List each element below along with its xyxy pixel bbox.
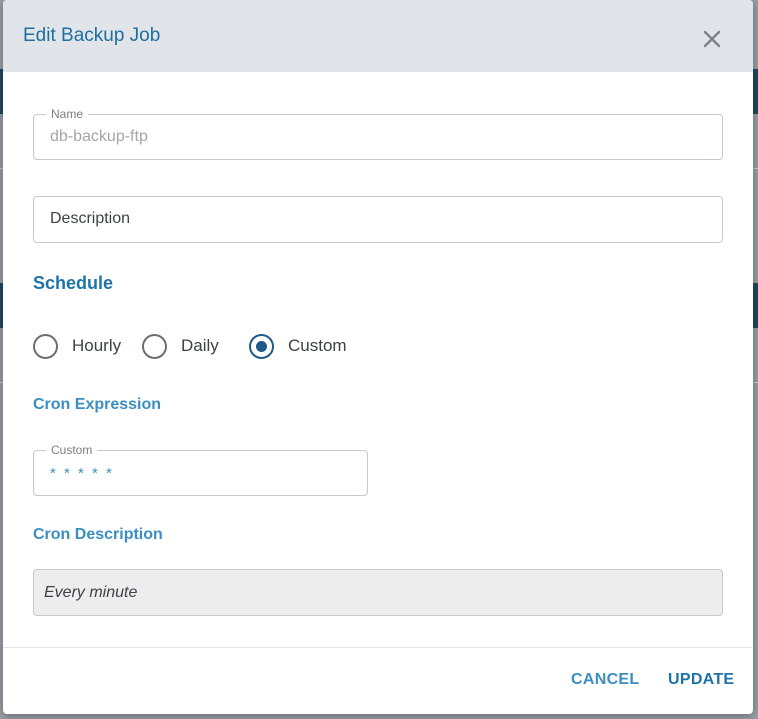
schedule-radio-custom[interactable]: Custom: [249, 333, 347, 359]
cron-description-box: Every minute: [33, 569, 723, 616]
cron-field-label: Custom: [46, 443, 98, 457]
cron-description-heading: Cron Description: [33, 526, 163, 543]
dialog-title: Edit Backup Job: [23, 25, 161, 46]
radio-circle[interactable]: [142, 333, 167, 359]
radio-circle[interactable]: [33, 333, 58, 359]
name-field[interactable]: Name db-backup-ftp: [33, 107, 723, 160]
schedule-radio-daily[interactable]: Daily: [142, 333, 219, 359]
cron-expression-field[interactable]: Custom * * * * *: [33, 443, 368, 496]
name-field-label: Name: [46, 107, 89, 121]
name-field-value: db-backup-ftp: [50, 128, 148, 145]
radio-label-daily: Daily: [181, 336, 219, 355]
close-icon: [697, 24, 727, 54]
radio-circle-selected[interactable]: [249, 333, 274, 359]
dialog-header: Edit Backup Job: [3, 0, 753, 72]
schedule-heading: Schedule: [33, 273, 114, 293]
update-button[interactable]: UPDATE: [668, 671, 734, 689]
footer-divider: [3, 647, 753, 648]
description-field[interactable]: Description: [33, 196, 723, 243]
cron-field-value: * * * * *: [50, 465, 114, 482]
description-placeholder: Description: [50, 210, 131, 227]
radio-label-custom: Custom: [288, 336, 347, 355]
edit-backup-job-dialog: Edit Backup Job Name db-backup-ftp Descr…: [3, 0, 753, 714]
close-button[interactable]: [697, 24, 727, 54]
schedule-radio-hourly[interactable]: Hourly: [33, 333, 121, 359]
cron-expression-heading: Cron Expression: [33, 396, 162, 413]
cron-description-value: Every minute: [44, 584, 138, 601]
radio-label-hourly: Hourly: [72, 336, 122, 355]
cancel-button[interactable]: CANCEL: [571, 671, 639, 689]
